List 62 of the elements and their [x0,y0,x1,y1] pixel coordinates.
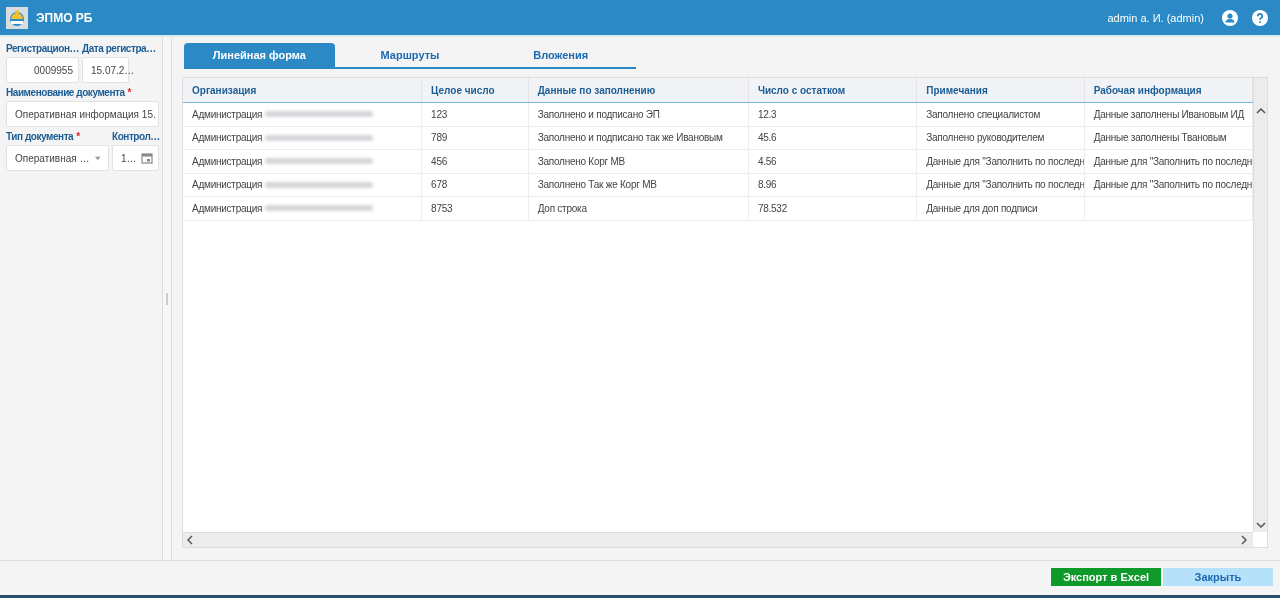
vertical-scrollbar[interactable] [1253,78,1267,532]
table-cell: Заполнено и подписано ЭП [537,108,660,120]
table-cell: 123 [431,108,448,120]
tab[interactable]: Маршруты [334,43,486,67]
input-field[interactable]: Оперативная информация 15. [6,101,159,127]
table-cell: Доп строка [537,202,587,214]
close-button[interactable]: Закрыть [1163,568,1273,586]
table-cell: 456 [431,155,448,167]
horizontal-scrollbar[interactable] [183,532,1253,547]
column-header[interactable]: Примечания [917,78,1085,102]
input-field[interactable]: 0009955 [6,57,79,83]
user-name[interactable]: admin а. И. (admin) [1107,11,1204,24]
table-cell: Данные заполнены Ивановым ИД [1093,108,1244,120]
table-cell: Данные для "Заполнить по последн [926,179,1084,191]
column-header[interactable]: Целое число [422,78,529,102]
help-icon[interactable] [1252,9,1268,26]
export-button[interactable]: Экспорт в Excel [1051,568,1161,586]
column-header[interactable]: Число с остатком [748,78,918,102]
user-icon[interactable] [1222,9,1238,26]
table-cell: Заполнено специалистом [926,108,1041,120]
table-cell: Администрация [192,202,263,214]
table-cell: Заполнено и подписано так же Ивановым [537,132,723,144]
table-cell: Администрация [192,179,263,191]
table-cell: Данные заполнены Твановым [1093,132,1227,144]
table-cell: Заполнено Так же Корг МВ [537,179,657,191]
table-cell: Данные для "Заполнить по последн [1093,155,1252,167]
table-cell: 8.96 [757,179,777,191]
table-cell: 12.3 [757,108,777,120]
table-cell: 45.6 [757,132,777,144]
tab[interactable]: Вложения [485,43,636,67]
app-title: ЭПМО РБ [36,10,93,25]
table-cell: Данные для "Заполнить по последн [1093,179,1252,191]
table-cell: 4.56 [757,155,777,167]
scroll-right-icon[interactable] [1241,535,1247,545]
select-field[interactable]: Оперативная … [6,145,109,171]
caret-icon[interactable] [95,155,101,161]
date-field[interactable]: 1… [112,145,159,171]
field-label: Тип документа * [6,131,80,142]
field-label: Контрол… [112,131,160,142]
table-cell: 789 [431,132,448,144]
column-header[interactable]: Данные по заполнению [528,78,749,102]
scroll-up-icon[interactable] [1255,108,1266,114]
table-cell: Заполнено руководителем [926,132,1045,144]
table-cell: 8753 [431,202,453,214]
field-label: Наименование документа * [6,87,132,98]
splitter-handle[interactable] [166,292,168,305]
table-cell: Администрация [192,108,263,120]
column-header[interactable]: Организация [183,78,423,102]
table-cell: Данные для "Заполнить по последн [926,155,1084,167]
field-label: Дата регистра… [82,43,156,54]
tab[interactable]: Линейная форма [184,43,335,67]
table-cell: Данные для доп подписи [926,202,1038,214]
table-cell: 678 [431,179,448,191]
calendar-icon[interactable] [141,152,153,164]
table-cell: 78.532 [757,202,787,214]
scroll-down-icon[interactable] [1255,522,1266,528]
table-cell: Администрация [192,155,263,167]
scroll-left-icon[interactable] [187,535,193,545]
emblem-logo [6,6,28,29]
table-cell: Администрация [192,132,263,144]
field-label: Регистрацион… [6,43,80,54]
table-cell: Заполнено Корг МВ [537,155,625,167]
